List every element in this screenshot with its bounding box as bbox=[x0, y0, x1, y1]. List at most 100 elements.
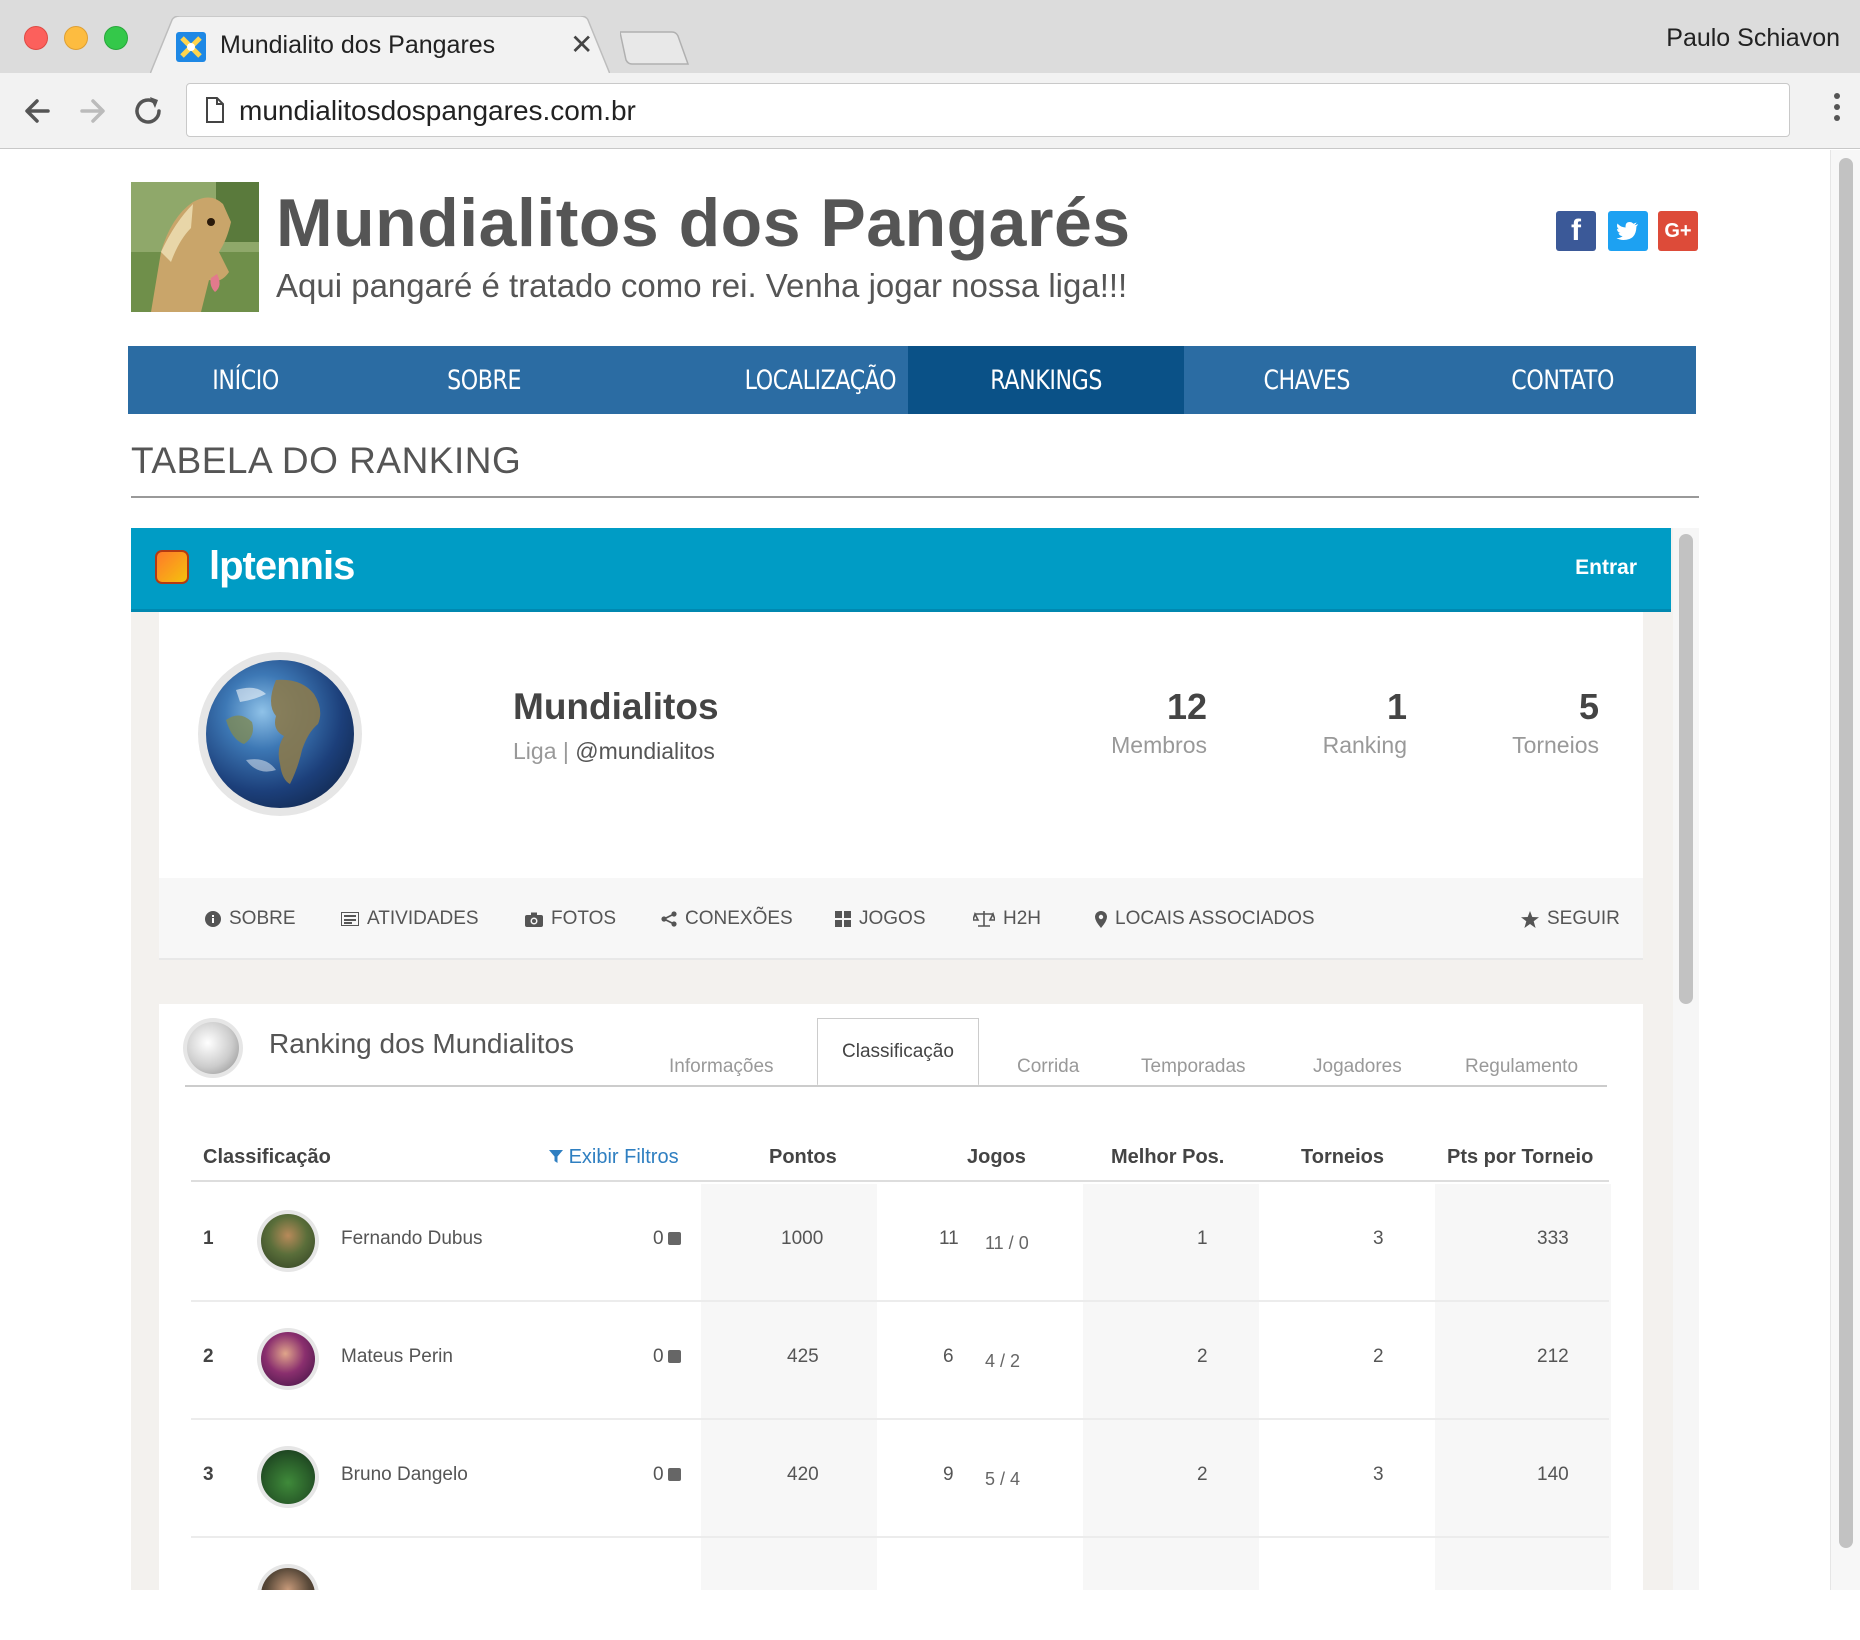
page-bottom-area bbox=[0, 1590, 1860, 1640]
position-change: 0 bbox=[653, 1228, 681, 1250]
player-avatar[interactable] bbox=[257, 1328, 319, 1390]
games: 9 bbox=[943, 1464, 954, 1485]
page-icon bbox=[206, 97, 224, 123]
tab-close-icon[interactable]: ✕ bbox=[570, 28, 593, 61]
tournaments: 3 bbox=[1373, 1228, 1384, 1249]
col-pts-por-torneio[interactable]: Pts por Torneio bbox=[1447, 1146, 1593, 1169]
table-row[interactable]: 1 Fernando Dubus 0 1000 11 11 / 0 1 3 33… bbox=[191, 1184, 1609, 1302]
player-name[interactable]: Mateus Perin bbox=[341, 1346, 453, 1368]
show-filters-link[interactable]: Exibir Filtros bbox=[549, 1146, 679, 1169]
table-row[interactable]: 2 Mateus Perin 0 425 6 4 / 2 2 2 212 bbox=[191, 1302, 1609, 1420]
league-separator: | bbox=[562, 738, 569, 764]
points: 420 bbox=[787, 1464, 819, 1485]
address-url[interactable]: mundialitosdospangares.com.br bbox=[239, 95, 636, 127]
window-minimize-button[interactable] bbox=[64, 26, 88, 50]
subtab-regulamento[interactable]: Regulamento bbox=[1465, 1056, 1578, 1078]
points-per-tournament: 140 bbox=[1537, 1464, 1569, 1485]
tab-sobre[interactable]: SOBRE bbox=[205, 908, 296, 930]
points: 1000 bbox=[781, 1228, 824, 1249]
player-avatar[interactable] bbox=[257, 1446, 319, 1508]
google-plus-icon[interactable]: G+ bbox=[1658, 211, 1698, 251]
subtab-corrida[interactable]: Corrida bbox=[1017, 1056, 1079, 1078]
col-torneios[interactable]: Torneios bbox=[1301, 1146, 1384, 1169]
player-name[interactable]: Bruno Dangelo bbox=[341, 1464, 468, 1486]
games: 11 bbox=[939, 1228, 959, 1249]
row-position: 2 bbox=[203, 1346, 214, 1367]
window-maximize-button[interactable] bbox=[104, 26, 128, 50]
stat-ranking[interactable]: 1 Ranking bbox=[1323, 686, 1407, 759]
site-favicon-icon bbox=[176, 32, 206, 62]
col-classificacao[interactable]: Classificação bbox=[203, 1146, 331, 1169]
nav-item-rankings[interactable]: RANKINGS bbox=[908, 346, 1184, 414]
tab-atividades[interactable]: ATIVIDADES bbox=[341, 908, 479, 930]
league-tabbar: SOBRE ATIVIDADES FOTOS CONEXÕES JOGOS H2… bbox=[159, 878, 1643, 960]
tab-fotos[interactable]: FOTOS bbox=[525, 908, 616, 930]
player-avatar[interactable] bbox=[257, 1564, 319, 1590]
wins-losses: 5 / 4 bbox=[985, 1469, 1021, 1489]
lptennis-logo-text[interactable]: lptennis bbox=[209, 544, 355, 589]
stat-tournaments[interactable]: 5 Torneios bbox=[1512, 686, 1599, 759]
player-name[interactable]: Fernando Dubus bbox=[341, 1228, 483, 1250]
nav-item-chaves[interactable]: CHAVES bbox=[1184, 346, 1430, 414]
reload-icon[interactable] bbox=[128, 91, 168, 131]
lptennis-logo-icon[interactable] bbox=[155, 550, 189, 584]
nav-item-inicio[interactable]: INÍCIO bbox=[128, 346, 364, 414]
facebook-icon[interactable]: f bbox=[1556, 211, 1596, 251]
balance-scale-icon bbox=[973, 911, 995, 927]
subtab-classificacao[interactable]: Classificação bbox=[817, 1018, 979, 1086]
subtab-temporadas[interactable]: Temporadas bbox=[1141, 1056, 1246, 1078]
subtab-informacoes[interactable]: Informações bbox=[669, 1056, 774, 1078]
site-subtitle: Aqui pangaré é tratado como rei. Venha j… bbox=[276, 267, 1128, 304]
login-link[interactable]: Entrar bbox=[1575, 556, 1637, 580]
games: 6 bbox=[943, 1346, 954, 1367]
table-row-partial[interactable] bbox=[191, 1538, 1609, 1590]
camera-icon bbox=[525, 912, 543, 927]
league-meta: Liga | @mundialitos bbox=[513, 738, 715, 765]
follow-button[interactable]: SEGUIR bbox=[1521, 908, 1620, 930]
col-jogos[interactable]: Jogos bbox=[967, 1146, 1026, 1169]
row-position: 3 bbox=[203, 1464, 214, 1485]
points-per-tournament: 333 bbox=[1537, 1228, 1569, 1249]
league-avatar[interactable] bbox=[198, 652, 362, 816]
league-type: Liga bbox=[513, 738, 557, 764]
browser-menu-icon[interactable] bbox=[1834, 93, 1842, 126]
player-avatar[interactable] bbox=[257, 1210, 319, 1272]
twitter-icon[interactable] bbox=[1608, 211, 1648, 251]
address-bar[interactable]: mundialitosdospangares.com.br bbox=[186, 83, 1790, 137]
back-arrow-icon[interactable] bbox=[18, 91, 58, 131]
map-marker-icon bbox=[1095, 910, 1107, 928]
subtabs-divider bbox=[185, 1085, 1607, 1087]
tab-locais-associados[interactable]: LOCAIS ASSOCIADOS bbox=[1095, 908, 1315, 930]
forward-arrow-icon[interactable] bbox=[72, 91, 112, 131]
stat-members[interactable]: 12 Membros bbox=[1111, 686, 1207, 759]
league-handle: @mundialitos bbox=[575, 738, 715, 764]
embed-scrollbar[interactable] bbox=[1673, 528, 1699, 1590]
col-pontos[interactable]: Pontos bbox=[769, 1146, 837, 1169]
table-row[interactable]: 3 Bruno Dangelo 0 420 9 5 / 4 2 3 140 bbox=[191, 1420, 1609, 1538]
browser-profile-name[interactable]: Paulo Schiavon bbox=[1666, 24, 1840, 53]
window-close-button[interactable] bbox=[24, 26, 48, 50]
tab-title: Mundialito dos Pangares bbox=[220, 31, 496, 59]
lptennis-embed: lptennis Entrar Mundialitos Liga | @mund bbox=[131, 528, 1699, 1590]
browser-tab[interactable]: Mundialito dos Pangares ✕ bbox=[150, 16, 610, 74]
site-title: Mundialitos dos Pangarés bbox=[276, 185, 1131, 261]
tab-jogos[interactable]: JOGOS bbox=[835, 908, 926, 930]
subtab-jogadores[interactable]: Jogadores bbox=[1313, 1056, 1402, 1078]
main-navigation: INÍCIO SOBRE LOCALIZAÇÃO RANKINGS CHAVES… bbox=[128, 346, 1696, 414]
col-melhor-pos[interactable]: Melhor Pos. bbox=[1111, 1146, 1224, 1169]
nav-item-contato[interactable]: CONTATO bbox=[1430, 346, 1696, 414]
ranking-subtabs: Informações Classificação Corrida Tempor… bbox=[159, 1018, 1643, 1086]
page-scrollbar[interactable] bbox=[1830, 150, 1860, 1590]
web-page: Mundialitos dos Pangarés Aqui pangaré é … bbox=[0, 150, 1830, 1590]
tab-conexoes[interactable]: CONEXÕES bbox=[661, 908, 793, 930]
points: 425 bbox=[787, 1346, 819, 1367]
site-logo-horse[interactable] bbox=[131, 182, 259, 312]
new-tab-button[interactable] bbox=[620, 30, 690, 66]
star-icon bbox=[1521, 910, 1539, 928]
points-per-tournament: 212 bbox=[1537, 1346, 1569, 1367]
tab-h2h[interactable]: H2H bbox=[973, 908, 1041, 930]
nav-item-sobre[interactable]: SOBRE bbox=[364, 346, 604, 414]
section-title: TABELA DO RANKING bbox=[131, 440, 522, 481]
browser-toolbar: mundialitosdospangares.com.br bbox=[0, 73, 1860, 149]
wins-losses: 4 / 2 bbox=[985, 1351, 1021, 1371]
